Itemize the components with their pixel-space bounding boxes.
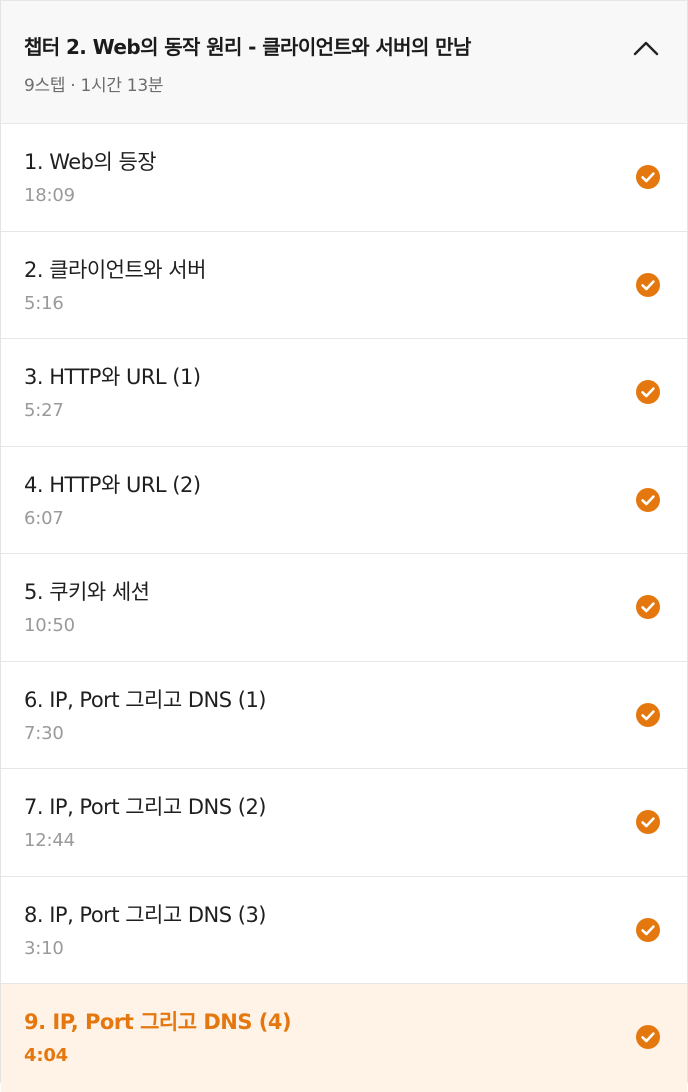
lesson-duration: 5:16 bbox=[24, 292, 64, 314]
lesson-title: 7. IP, Port 그리고 DNS (2) bbox=[24, 795, 267, 819]
lesson-item[interactable]: 8. IP, Port 그리고 DNS (3) 3:10 bbox=[1, 876, 687, 984]
completed-check-icon bbox=[636, 810, 660, 834]
lesson-title: 1. Web의 등장 bbox=[24, 150, 157, 174]
lesson-item[interactable]: 1. Web의 등장 18:09 bbox=[1, 124, 687, 232]
lesson-item[interactable]: 2. 클라이언트와 서버 5:16 bbox=[1, 231, 687, 339]
lesson-item[interactable]: 4. HTTP와 URL (2) 6:07 bbox=[1, 446, 687, 554]
completed-check-icon bbox=[636, 702, 660, 727]
lesson-duration: 12:44 bbox=[24, 830, 75, 851]
lesson-title: 9. IP, Port 그리고 DNS (4) bbox=[24, 1010, 292, 1034]
lesson-duration: 5:27 bbox=[24, 400, 64, 421]
completed-check-icon bbox=[636, 165, 660, 189]
lesson-title: 2. 클라이언트와 서버 bbox=[24, 257, 206, 282]
lesson-duration: 10:50 bbox=[24, 615, 75, 636]
lesson-item-active[interactable]: 9. IP, Port 그리고 DNS (4) 4:04 bbox=[1, 984, 687, 1092]
completed-check-icon bbox=[636, 1025, 660, 1049]
lesson-duration: 6:07 bbox=[24, 507, 64, 529]
chapter-header[interactable]: 챕터 2. Web의 동작 원리 - 클라이언트와 서버의 만남 9스텝 · 1… bbox=[1, 0, 687, 124]
lesson-title: 4. HTTP와 URL (2) bbox=[24, 472, 201, 497]
lesson-title: 3. HTTP와 URL (1) bbox=[24, 365, 201, 389]
chapter-title: 챕터 2. Web의 동작 원리 - 클라이언트와 서버의 만남 bbox=[24, 35, 471, 59]
completed-check-icon bbox=[636, 380, 660, 404]
collapse-button[interactable] bbox=[631, 35, 661, 61]
lesson-item[interactable]: 7. IP, Port 그리고 DNS (2) 12:44 bbox=[1, 769, 687, 877]
chapter-panel: 챕터 2. Web의 동작 원리 - 클라이언트와 서버의 만남 9스텝 · 1… bbox=[0, 0, 688, 1092]
lesson-item[interactable]: 6. IP, Port 그리고 DNS (1) 7:30 bbox=[1, 661, 687, 769]
lesson-duration: 4:04 bbox=[24, 1045, 68, 1066]
completed-check-icon bbox=[636, 487, 660, 512]
lesson-item[interactable]: 3. HTTP와 URL (1) 5:27 bbox=[1, 339, 687, 447]
lesson-duration: 7:30 bbox=[24, 722, 64, 744]
chapter-meta: 9스텝 · 1시간 13분 bbox=[24, 76, 164, 96]
lesson-title: 6. IP, Port 그리고 DNS (1) bbox=[24, 687, 267, 712]
lesson-item[interactable]: 5. 쿠키와 세션 10:50 bbox=[1, 554, 687, 662]
completed-check-icon bbox=[636, 917, 660, 942]
lesson-title: 5. 쿠키와 세션 bbox=[24, 580, 150, 604]
lesson-duration: 3:10 bbox=[24, 937, 64, 959]
lesson-duration: 18:09 bbox=[24, 185, 75, 206]
chevron-up-icon bbox=[633, 41, 659, 56]
completed-check-icon bbox=[636, 595, 660, 619]
lesson-title: 8. IP, Port 그리고 DNS (3) bbox=[24, 902, 267, 927]
completed-check-icon bbox=[636, 272, 660, 297]
